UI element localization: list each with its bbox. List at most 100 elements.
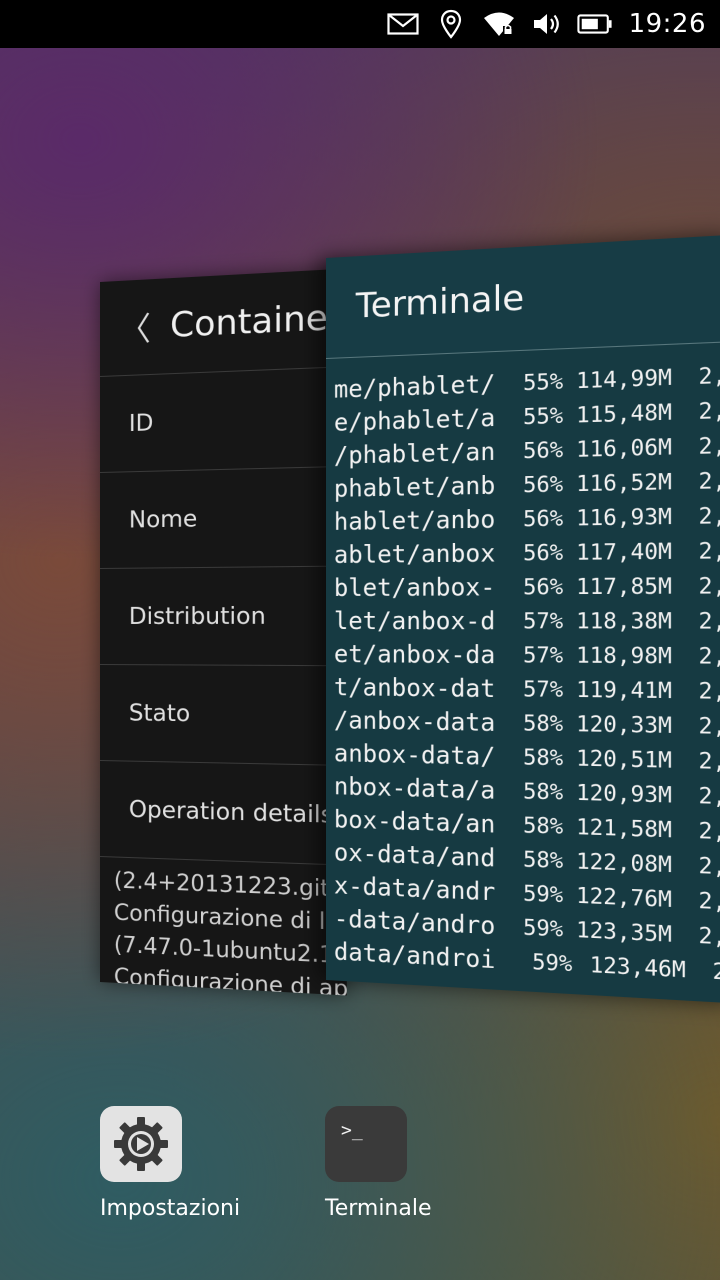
settings-app-icon[interactable]	[100, 1106, 182, 1182]
terminal-size: 119,41M	[563, 677, 672, 703]
terminal-size: 120,51M	[563, 745, 672, 772]
terminal-path: anbox-data/	[334, 739, 511, 771]
terminal-size: 122,76M	[563, 882, 672, 912]
volume-icon	[529, 8, 565, 40]
location-icon	[433, 8, 469, 40]
terminal-rate: 2,0	[672, 502, 720, 529]
terminal-pct: 59%	[511, 880, 563, 907]
terminal-line: hablet/anbo 56% 116,93M 2,0	[334, 498, 720, 538]
terminal-pct: 57%	[511, 608, 563, 633]
terminal-path: data/androi	[334, 937, 518, 975]
terminal-header: Terminale	[326, 234, 720, 359]
terminal-size: 114,99M	[563, 364, 672, 393]
terminal-line: let/anbox-d 57% 118,38M 2,2	[334, 603, 720, 638]
terminal-rate: 2,4	[672, 921, 720, 950]
terminal-size: 116,52M	[563, 469, 672, 496]
terminal-path: hablet/anbo	[334, 504, 511, 535]
wifi-locked-icon	[481, 8, 517, 40]
terminal-size: 117,40M	[563, 538, 672, 564]
terminal-pct: 58%	[511, 744, 563, 770]
terminal-path: let/anbox-d	[334, 606, 511, 635]
container-title: Container	[170, 297, 343, 346]
terminal-path: blet/anbox-	[334, 572, 511, 601]
terminal-size: 122,08M	[563, 848, 672, 877]
terminal-rate: 2,2	[672, 678, 720, 704]
terminal-size: 123,46M	[572, 951, 685, 982]
mail-icon	[385, 8, 421, 40]
terminal-path: t/anbox-dat	[334, 673, 511, 703]
terminal-rate: 2,4	[672, 712, 720, 739]
clock: 19:26	[629, 9, 706, 39]
terminal-path: /anbox-data	[334, 706, 511, 737]
terminal-pct: 57%	[511, 642, 563, 667]
terminal-prompt-icon: >_	[341, 1120, 363, 1141]
terminal-rate: 2,3	[672, 817, 720, 845]
terminal-pct: 59%	[511, 914, 563, 941]
row-stato[interactable]: Stato	[100, 665, 347, 766]
terminal-pct: 55%	[511, 368, 563, 395]
row-id[interactable]: ID	[100, 367, 347, 473]
terminal-rate: 2,1	[672, 397, 720, 425]
terminal-pct: 58%	[511, 778, 563, 804]
status-bar: 19:26	[0, 0, 720, 48]
terminal-size: 123,35M	[563, 916, 672, 946]
terminal-rate: 2,1	[672, 432, 720, 459]
terminal-pct: 55%	[511, 403, 563, 429]
terminal-size: 118,98M	[563, 642, 672, 668]
terminal-rate: 2,3	[672, 852, 720, 880]
operation-log: (2.4+20131223.gitra Configurazione di li…	[100, 857, 347, 995]
terminal-app-icon[interactable]: >_	[325, 1106, 407, 1182]
settings-gear-icon	[111, 1114, 171, 1174]
terminal-size: 120,93M	[563, 779, 672, 807]
terminal-path: /phablet/an	[334, 436, 511, 469]
terminal-path: phablet/anb	[334, 470, 511, 502]
row-operation-details[interactable]: Operation details	[100, 761, 347, 866]
terminal-rate: 2,3	[672, 782, 720, 809]
terminal-size: 118,38M	[563, 608, 672, 633]
terminal-size: 116,06M	[563, 434, 672, 462]
terminal-path: et/anbox-da	[334, 640, 511, 669]
terminal-pct: 58%	[511, 846, 563, 873]
terminal-pct: 56%	[511, 437, 563, 463]
terminal-size: 117,85M	[563, 573, 672, 599]
container-app-card[interactable]: 〈 Container ID Nome Distribution Stato O…	[100, 269, 347, 996]
terminal-path: me/phablet/	[334, 368, 511, 403]
terminal-pct: 56%	[511, 540, 563, 565]
container-header: 〈 Container	[100, 269, 347, 377]
terminal-rate: 2,0	[672, 467, 720, 494]
terminal-path: box-data/an	[334, 805, 511, 839]
settings-app-label[interactable]: Impostazioni	[100, 1196, 240, 1221]
terminal-title: Terminale	[356, 278, 524, 327]
terminal-pct: 56%	[511, 471, 563, 497]
terminal-rate: 2,2	[672, 362, 720, 390]
terminal-pct: 57%	[511, 676, 563, 701]
terminal-output: me/phablet/55% 114,99M 2,2 e/phablet/a 55% 11…	[326, 342, 720, 990]
terminal-rate: 2,1	[672, 537, 720, 563]
terminal-line: et/anbox-da 57% 118,98M 2,3	[334, 637, 720, 673]
terminal-path: ablet/anbox	[334, 538, 511, 568]
terminal-pct: 56%	[511, 574, 563, 599]
terminal-path: e/phablet/a	[334, 402, 511, 436]
row-nome[interactable]: Nome	[100, 467, 347, 569]
terminal-path: nbox-data/a	[334, 772, 511, 805]
terminal-rate: 28	[686, 957, 720, 985]
terminal-size: 116,93M	[563, 503, 672, 530]
terminal-size: 115,48M	[563, 399, 672, 427]
terminal-rate: 2,1	[672, 573, 720, 599]
terminal-rate: 2,3	[672, 747, 720, 774]
terminal-line: t/anbox-dat 57% 119,41M 2,2	[334, 670, 720, 708]
terminal-path: x-data/andr	[334, 871, 511, 907]
terminal-line: ablet/anbox 56% 117,40M 2,1	[334, 533, 720, 571]
terminal-app-card[interactable]: Terminale me/phablet/55% 114,99M 2,2 e/phab…	[326, 234, 720, 1003]
terminal-pct: 56%	[511, 505, 563, 531]
battery-icon	[577, 8, 613, 40]
terminal-size: 121,58M	[563, 814, 672, 843]
terminal-line: blet/anbox- 56% 117,85M 2,1	[334, 568, 720, 604]
terminal-size: 120,33M	[563, 711, 672, 738]
terminal-rate: 2,2	[672, 608, 720, 634]
terminal-app-label[interactable]: Terminale	[325, 1196, 432, 1221]
terminal-pct: 58%	[511, 812, 563, 838]
back-chevron-icon[interactable]: 〈	[100, 302, 170, 352]
terminal-rate: 2,3	[672, 886, 720, 914]
row-distribution[interactable]: Distribution	[100, 567, 347, 667]
